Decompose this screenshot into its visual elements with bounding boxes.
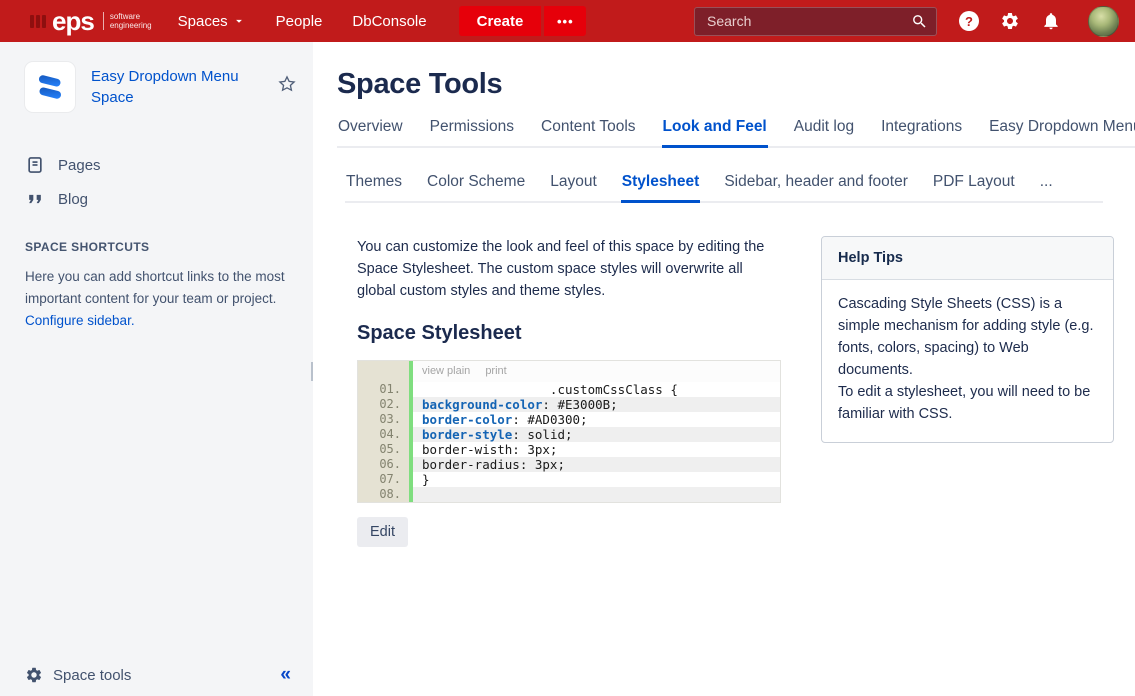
code-line: 05. border-wisth: 3px; [358, 442, 780, 457]
top-navigation-bar: eps software engineering Spaces People D… [0, 0, 1135, 42]
help-tips-panel: Help Tips Cascading Style Sheets (CSS) i… [821, 236, 1114, 443]
subtab-layout[interactable]: Layout [549, 173, 598, 203]
space-header: Easy Dropdown Menu Space [25, 62, 297, 112]
space-logo[interactable] [25, 62, 75, 112]
code-line: 08. [358, 487, 780, 502]
css-code-panel: view plain print 01. .customCssClass { 0… [357, 360, 781, 503]
menu-spaces[interactable]: Spaces [178, 13, 246, 30]
star-favourite-icon[interactable] [277, 74, 297, 94]
help-tips-title: Help Tips [822, 237, 1113, 280]
code-line: 07. } [358, 472, 780, 487]
configure-sidebar-link[interactable]: Configure sidebar. [25, 310, 135, 332]
space-shortcuts-heading: SPACE SHORTCUTS [25, 240, 297, 254]
space-stylesheet-heading: Space Stylesheet [357, 322, 781, 345]
create-more-button[interactable]: ••• [544, 6, 586, 36]
eps-logo-bars-icon [30, 15, 46, 28]
collapse-sidebar-button[interactable]: « [280, 666, 291, 684]
look-and-feel-subtabs: Themes Color Scheme Layout Stylesheet Si… [345, 173, 1103, 203]
code-line: 06. border-radius: 3px; [358, 457, 780, 472]
search-container [694, 7, 937, 36]
menu-people[interactable]: People [276, 13, 323, 30]
code-toolbar-row: view plain print [358, 361, 780, 382]
eps-logo[interactable]: eps software engineering [30, 8, 152, 34]
space-sidebar: Easy Dropdown Menu Space Pages Blog SPAC… [0, 42, 313, 696]
eps-logo-tagline: software engineering [103, 12, 152, 30]
search-icon[interactable] [911, 13, 928, 30]
code-line: 02. background-color: #E3000B; [358, 397, 780, 412]
code-line: 01. .customCssClass { [358, 382, 780, 397]
sidebar-item-pages[interactable]: Pages [25, 148, 297, 182]
space-shortcuts-description: Here you can add shortcut links to the m… [25, 266, 287, 332]
page-title: Space Tools [337, 68, 1135, 101]
sidebar-item-blog[interactable]: Blog [25, 182, 297, 216]
topbar-menu: Spaces People DbConsole [178, 13, 427, 30]
print-link[interactable]: print [485, 361, 506, 382]
code-line: 04. border-style: solid; [358, 427, 780, 442]
help-icon[interactable]: ? [959, 11, 979, 31]
create-split-button: Create ••• [459, 6, 587, 36]
main-content: Space Tools Overview Permissions Content… [313, 42, 1135, 696]
help-tips-body: Cascading Style Sheets (CSS) is a simple… [822, 280, 1113, 442]
blog-quote-icon [25, 189, 45, 209]
settings-gear-icon[interactable] [1000, 11, 1020, 31]
notifications-bell-icon[interactable] [1041, 11, 1061, 31]
topbar-icon-group: ? [959, 6, 1119, 37]
space-tools-gear-icon [25, 666, 43, 684]
tab-overview[interactable]: Overview [337, 118, 404, 148]
code-line: 03. border-color: #AD0300; [358, 412, 780, 427]
edit-button[interactable]: Edit [357, 517, 408, 547]
tab-integrations[interactable]: Integrations [880, 118, 963, 148]
menu-dbconsole[interactable]: DbConsole [352, 13, 426, 30]
tab-audit-log[interactable]: Audit log [793, 118, 855, 148]
user-avatar[interactable] [1088, 6, 1119, 37]
stylesheet-section: You can customize the look and feel of t… [357, 236, 781, 547]
confluence-logo-icon [33, 70, 67, 104]
subtab-more[interactable]: ... [1039, 173, 1054, 203]
create-button[interactable]: Create [459, 6, 542, 36]
chevron-down-icon [232, 14, 246, 28]
space-tools-label[interactable]: Space tools [53, 667, 131, 684]
subtab-sidebar-header-footer[interactable]: Sidebar, header and footer [723, 173, 909, 203]
subtab-stylesheet[interactable]: Stylesheet [621, 173, 701, 203]
search-input[interactable] [694, 7, 937, 36]
eps-logo-text: eps [52, 8, 94, 34]
subtab-themes[interactable]: Themes [345, 173, 403, 203]
tab-look-and-feel[interactable]: Look and Feel [662, 118, 768, 148]
sidebar-nav: Pages Blog [25, 148, 297, 216]
view-plain-link[interactable]: view plain [422, 361, 470, 382]
space-tools-tabs: Overview Permissions Content Tools Look … [337, 118, 1135, 148]
pages-icon [25, 155, 45, 175]
subtab-color-scheme[interactable]: Color Scheme [426, 173, 526, 203]
subtab-pdf-layout[interactable]: PDF Layout [932, 173, 1016, 203]
sidebar-footer: Space tools « [25, 666, 291, 684]
tab-easy-dropdown-menu[interactable]: Easy Dropdown Menu [988, 118, 1135, 148]
tab-content-tools[interactable]: Content Tools [540, 118, 637, 148]
tab-permissions[interactable]: Permissions [429, 118, 515, 148]
stylesheet-intro-text: You can customize the look and feel of t… [357, 236, 781, 302]
space-name-link[interactable]: Easy Dropdown Menu Space [91, 62, 241, 108]
